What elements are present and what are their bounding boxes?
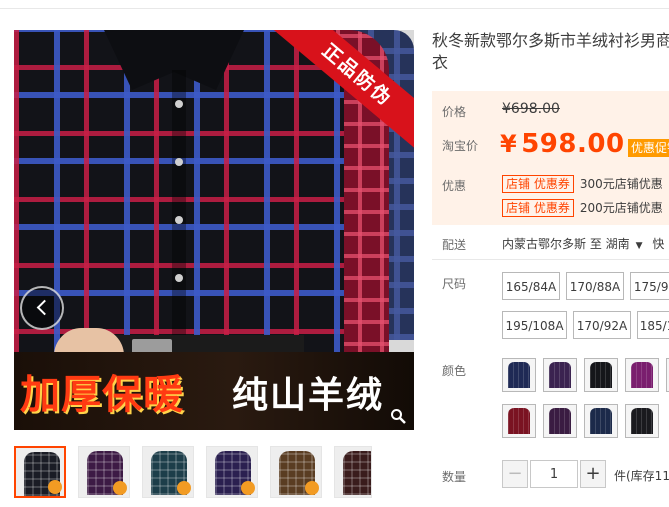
divider [432,259,669,260]
color-swatch-shirt [590,408,612,434]
color-swatch-shirt [631,408,653,434]
product-title-line2: 衣 [432,53,449,72]
promo-text-cashmere: 纯山羊绒 [232,374,385,416]
product-title: 秋冬新款鄂尔多斯市羊绒衬衫男商 衣 [432,30,669,74]
coupon-row: 店铺 优惠券 200元店铺优惠 [502,199,663,217]
top-divider [0,8,669,9]
coupon-tag[interactable]: 店铺 优惠券 [502,175,574,193]
quantity-decrease-button[interactable]: − [502,460,528,488]
color-swatch[interactable] [502,358,536,392]
quantity-increase-button[interactable]: + [580,460,606,488]
color-swatch[interactable] [543,358,577,392]
fleece-badge-icon [177,481,191,495]
size-option[interactable]: 165/84A [502,272,560,300]
shipping-from: 内蒙古鄂尔多斯 至 [502,237,602,251]
stock-info: 件(库存11 [614,469,669,483]
fleece-badge-icon [48,480,62,494]
coupon-text: 200元店铺优惠 [579,201,663,215]
shipping-label: 配送 [442,238,467,252]
thumbnail[interactable] [78,446,130,498]
size-label: 尺码 [442,277,467,291]
quantity-label: 数量 [442,470,467,484]
coupon-tag[interactable]: 店铺 优惠券 [502,199,574,217]
size-option[interactable]: 185/1 [637,311,669,339]
size-option[interactable]: 170/92A [573,311,631,339]
fleece-badge-icon [305,481,319,495]
coupon-row: 店铺 优惠券 300元店铺优惠 [502,175,663,193]
size-option[interactable]: 170/88A [566,272,624,300]
shipping-destination[interactable]: 湖南 [606,237,630,251]
quantity-input[interactable] [530,460,578,488]
shirt-button [175,100,183,108]
thumbnail-shirt [343,451,371,495]
current-price: ¥598.00 [500,129,625,159]
thumbnail[interactable] [270,446,322,498]
shirt-button [175,158,183,166]
size-option[interactable]: 195/108A [502,311,567,339]
price-label: 价格 [442,105,467,119]
promotion-badge: 优惠促销 [628,139,669,157]
color-swatch[interactable] [625,404,659,438]
discount-label: 优惠 [442,179,467,193]
product-title-line1: 秋冬新款鄂尔多斯市羊绒衬衫男商 [432,31,669,50]
currency-symbol: ¥ [500,130,518,158]
coupon-text: 300元店铺优惠 [579,177,663,191]
promo-banner: 加厚保暖 纯山羊绒 [14,352,414,430]
fleece-badge-icon [113,481,127,495]
taobao-price-label: 淘宝价 [442,139,479,153]
thumbnail[interactable] [142,446,194,498]
size-option[interactable]: 175/92 [630,272,669,300]
color-swatch-shirt [508,362,530,388]
color-swatch[interactable] [543,404,577,438]
chevron-down-icon[interactable]: ▼ [636,241,643,251]
thumbnail[interactable] [334,446,372,498]
prev-image-button[interactable] [20,286,64,330]
original-price: ¥698.00 [502,101,560,117]
thumbnail[interactable] [206,446,258,498]
color-swatch[interactable] [584,404,618,438]
color-swatch-shirt [549,408,571,434]
thumbnail[interactable] [14,446,66,498]
color-swatch-shirt [549,362,571,388]
color-swatch[interactable] [584,358,618,392]
shirt-button [175,216,183,224]
color-label: 颜色 [442,364,467,378]
promo-text-warm: 加厚保暖 [20,371,184,418]
color-swatch-shirt [631,362,653,388]
price-panel: 价格 ¥698.00 淘宝价 ¥598.00 优惠促销 优惠 店铺 优惠券 300… [432,91,669,225]
zoom-icon[interactable] [390,408,406,424]
color-swatch[interactable] [625,358,659,392]
color-swatch-shirt [590,362,612,388]
shirt-button [175,274,183,282]
main-product-image[interactable]: 正品防伪 加厚保暖 纯山羊绒 [14,30,414,430]
color-swatch-shirt [508,408,530,434]
color-swatch[interactable] [502,404,536,438]
current-price-value: 598.00 [521,129,625,159]
shipping-info: 内蒙古鄂尔多斯 至 湖南 ▼ 快 [502,235,664,252]
shipping-extra: 快 [652,237,665,251]
fleece-badge-icon [241,481,255,495]
